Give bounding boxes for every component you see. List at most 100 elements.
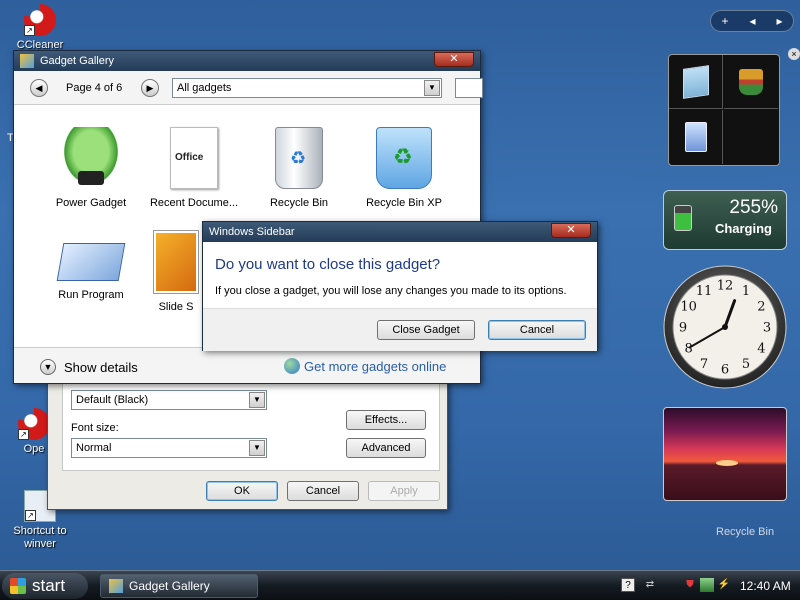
recycle-bin-label: Recycle Bin bbox=[716, 526, 775, 538]
battery-percent: 255% bbox=[729, 197, 778, 218]
gadget-item-label: Recycle Bin bbox=[269, 197, 329, 209]
chevron-down-icon: ▼ bbox=[424, 80, 440, 96]
shortcut-arrow-icon: ↗ bbox=[24, 25, 35, 36]
gallery-app-icon bbox=[20, 54, 34, 68]
close-gadget-button[interactable]: Close Gadget bbox=[377, 320, 475, 340]
gadget-filter-select[interactable]: All gadgets ▼ bbox=[172, 78, 442, 98]
battery-state: Charging bbox=[714, 221, 772, 236]
gallery-toolbar: ◀ Page 4 of 6 ▶ All gadgets ▼ bbox=[14, 71, 483, 105]
dialog-question: Do you want to close this gadget? bbox=[215, 256, 441, 273]
run-program-icon bbox=[56, 243, 126, 281]
next-icon[interactable]: ▸ bbox=[776, 14, 782, 28]
recycle-symbol-icon: ♻ bbox=[290, 148, 307, 168]
get-more-gadgets-link[interactable]: Get more gadgets online bbox=[304, 359, 446, 374]
ccleaner-icon: ↗ bbox=[24, 4, 56, 36]
theme-select[interactable]: Default (Black) ▼ bbox=[71, 390, 267, 410]
apply-button: Apply bbox=[368, 481, 440, 501]
clock-numeral: 12 bbox=[717, 279, 734, 294]
gadget-item-run-program[interactable]: Run Program bbox=[43, 231, 139, 301]
gadget-item-slide-show[interactable]: Slide S bbox=[146, 231, 206, 313]
taskbar-clock[interactable]: 12:40 AM bbox=[740, 579, 791, 593]
launcher-cell[interactable] bbox=[669, 55, 723, 109]
page-label: Page 4 of 6 bbox=[66, 82, 123, 94]
ok-button[interactable]: OK bbox=[206, 481, 278, 501]
shortcut-arrow-icon: ↗ bbox=[25, 510, 36, 521]
app-icon: ↗ bbox=[18, 408, 50, 440]
close-gadget-icon[interactable]: × bbox=[788, 48, 800, 60]
globe-icon bbox=[284, 358, 300, 374]
next-page-button[interactable]: ▶ bbox=[141, 79, 159, 97]
desktop-icon-label: Shortcut to winver bbox=[13, 525, 67, 550]
font-size-label: Font size: bbox=[71, 422, 119, 434]
gadget-item-power-gadget[interactable]: Power Gadget bbox=[43, 127, 139, 209]
clock-numeral: 1 bbox=[742, 284, 750, 299]
gadget-item-label: Run Program bbox=[58, 289, 124, 301]
slideshow-icon bbox=[154, 231, 198, 293]
taskbar-item-label: Gadget Gallery bbox=[129, 579, 210, 593]
gallery-title: Gadget Gallery bbox=[40, 55, 114, 67]
start-button[interactable]: start bbox=[2, 573, 88, 599]
advanced-button[interactable]: Advanced bbox=[346, 438, 426, 458]
clock-numeral: 9 bbox=[679, 321, 687, 336]
recycle-bin-xp-icon: ♻ bbox=[376, 127, 432, 189]
close-gadget-dialog: Windows Sidebar ✕ Do you want to close t… bbox=[202, 221, 598, 351]
cancel-button[interactable]: Cancel bbox=[287, 481, 359, 501]
office-document-icon: Office bbox=[170, 127, 218, 189]
clock-numeral: 2 bbox=[757, 300, 765, 315]
power-plug-icon bbox=[60, 127, 122, 189]
launcher-cell[interactable] bbox=[669, 110, 723, 164]
gadget-item-recycle-bin-xp[interactable]: ♻ Recycle Bin XP bbox=[356, 127, 452, 209]
previous-page-button[interactable]: ◀ bbox=[30, 79, 48, 97]
clock-numeral: 11 bbox=[696, 284, 713, 299]
slideshow-gadget[interactable] bbox=[663, 407, 787, 501]
help-icon[interactable]: ? bbox=[621, 578, 635, 592]
add-gadget-icon[interactable]: + bbox=[721, 14, 728, 28]
gadget-item-recycle-bin[interactable]: ♻ Recycle Bin bbox=[251, 127, 347, 209]
theme-select-value: Default (Black) bbox=[76, 394, 149, 406]
font-size-select[interactable]: Normal ▼ bbox=[71, 438, 267, 458]
clock-numeral: 6 bbox=[721, 363, 729, 378]
office-logo-text: Office bbox=[175, 152, 204, 163]
gadget-item-recent-documents[interactable]: Office Recent Docume... bbox=[146, 127, 242, 209]
show-details-link[interactable]: Show details bbox=[64, 360, 138, 375]
start-label: start bbox=[32, 576, 66, 595]
gallery-footer: ▼ Show details Get more gadgets online bbox=[14, 347, 480, 383]
dialog-button-bar: Close Gadget Cancel bbox=[203, 308, 597, 351]
clock-numeral: 7 bbox=[700, 357, 708, 372]
desktop-icon-ccleaner[interactable]: ↗ CCleaner bbox=[0, 4, 80, 52]
close-icon[interactable]: ✕ bbox=[551, 223, 591, 238]
clock-numeral: 8 bbox=[684, 342, 692, 357]
sunset-image bbox=[716, 460, 738, 466]
app-launcher-gadget[interactable] bbox=[668, 54, 780, 166]
clock-numeral: 5 bbox=[742, 357, 750, 372]
gadget-item-label: Recycle Bin XP bbox=[366, 197, 442, 209]
clock-face: 1234567891011 12 bbox=[663, 265, 787, 389]
battery-gadget[interactable]: 255% Charging bbox=[663, 190, 787, 250]
clock-numeral: 3 bbox=[763, 321, 771, 336]
previous-icon[interactable]: ◂ bbox=[749, 14, 755, 28]
sidebar-control-bar: + ◂ ▸ bbox=[710, 10, 794, 32]
gadget-filter-value: All gadgets bbox=[177, 82, 232, 94]
shortcut-arrow-icon: ↗ bbox=[18, 429, 29, 440]
chevron-down-icon[interactable]: ▼ bbox=[40, 359, 56, 375]
recycle-symbol-icon: ♻ bbox=[393, 144, 413, 169]
paint-icon bbox=[739, 68, 763, 95]
taskbar-item-gadget-gallery[interactable]: Gadget Gallery bbox=[100, 574, 258, 598]
launcher-cell[interactable] bbox=[724, 110, 778, 164]
network-status-icon[interactable] bbox=[700, 578, 714, 592]
network-icon[interactable]: ⇄ bbox=[643, 578, 657, 592]
effects-button[interactable]: Effects... bbox=[346, 410, 426, 430]
launcher-cell[interactable] bbox=[724, 55, 778, 109]
cancel-button[interactable]: Cancel bbox=[488, 320, 586, 340]
gadget-item-label: Recent Docume... bbox=[149, 197, 239, 209]
dialog-titlebar[interactable]: Windows Sidebar ✕ bbox=[203, 222, 597, 242]
settings-panel: Default (Black) ▼ Font size: Normal ▼ Ef… bbox=[62, 379, 440, 471]
security-shield-icon[interactable]: ⛊ bbox=[683, 578, 697, 592]
search-input[interactable] bbox=[455, 78, 483, 98]
windows-logo-icon bbox=[10, 578, 26, 594]
close-icon[interactable]: ✕ bbox=[434, 52, 474, 67]
gadget-settings-window: Default (Black) ▼ Font size: Normal ▼ Ef… bbox=[47, 370, 448, 510]
power-icon[interactable]: ⚡ bbox=[717, 578, 731, 592]
gallery-titlebar[interactable]: Gadget Gallery ✕ bbox=[14, 51, 480, 71]
clock-gadget[interactable]: 1 2 3 4 5 6 7 8 9 10 11 12 bbox=[662, 264, 788, 390]
